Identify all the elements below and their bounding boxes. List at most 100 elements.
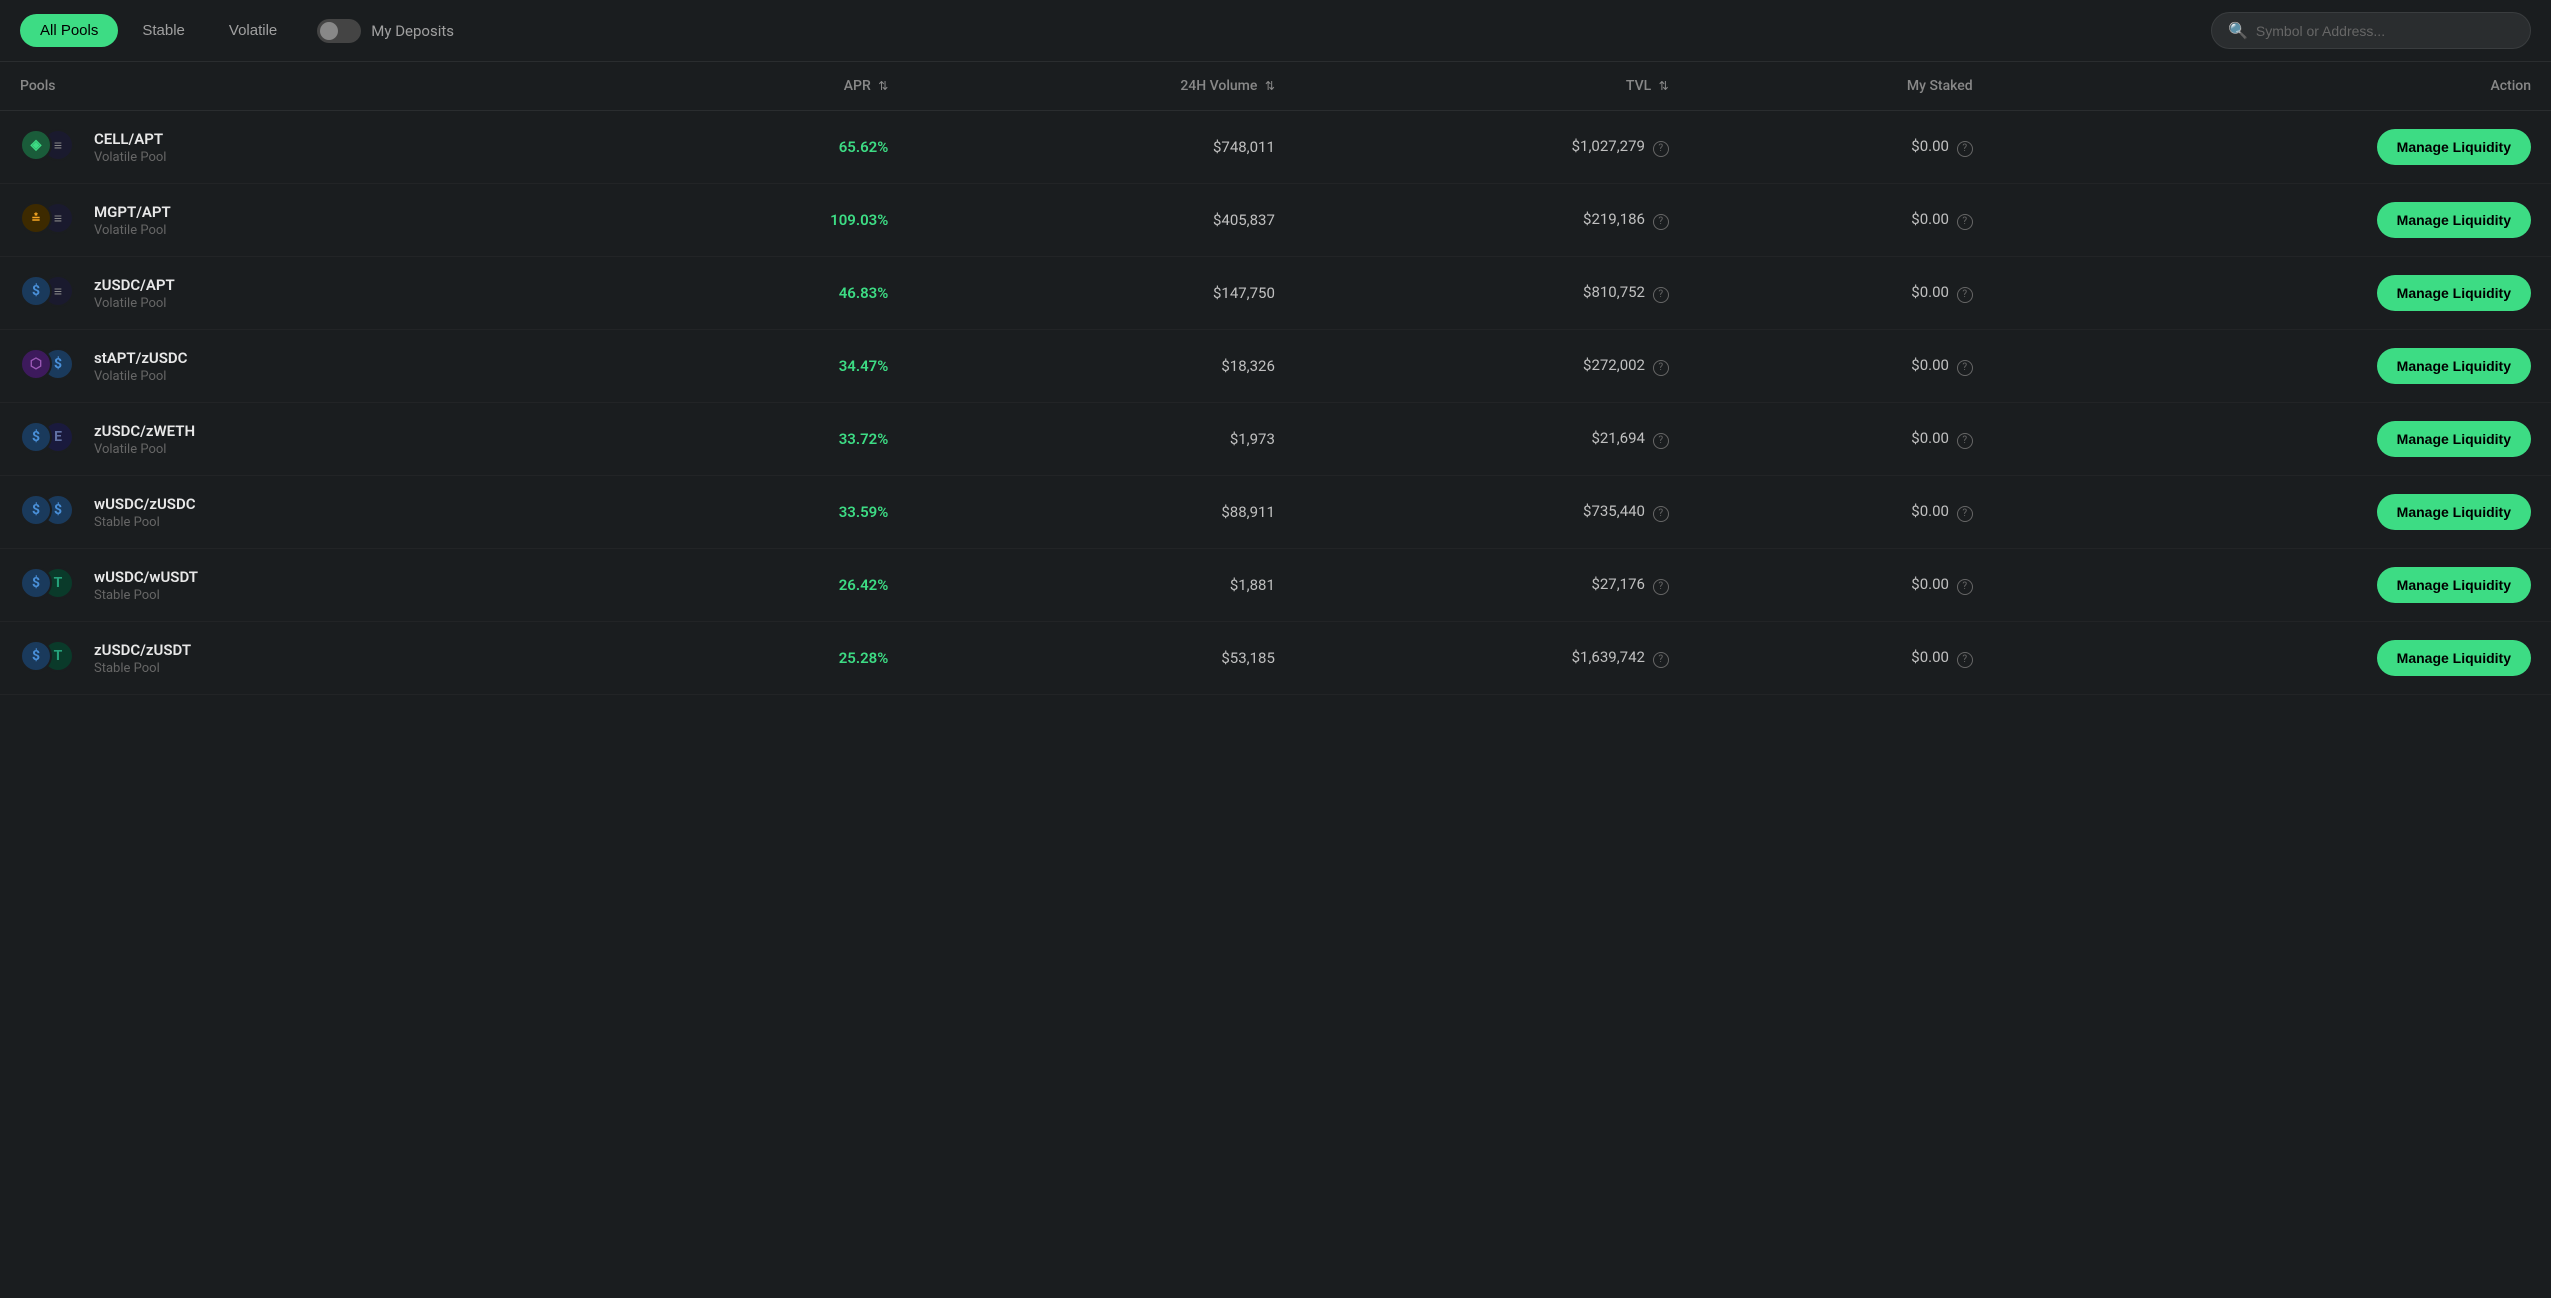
tvl-value: $272,002 ? <box>1295 330 1689 403</box>
tvl-value: $1,027,279 ? <box>1295 111 1689 184</box>
table-header: Pools APR ⇅ 24H Volume ⇅ TVL ⇅ My Staked… <box>0 62 2551 111</box>
pool-info: wUSDC/wUSDT Stable Pool <box>94 568 198 603</box>
table-row: ⬡ $ stAPT/zUSDC Volatile Pool 34.47% $18… <box>0 330 2551 403</box>
action-cell: Manage Liquidity <box>1993 622 2551 695</box>
pool-name: zUSDC/APT <box>94 276 175 294</box>
volume-value: $1,973 <box>908 403 1295 476</box>
pool-info: MGPT/APT Volatile Pool <box>94 203 171 238</box>
pool-info: zUSDC/zWETH Volatile Pool <box>94 422 195 457</box>
staked-info-icon[interactable]: ? <box>1957 579 1973 595</box>
pool-name: wUSDC/zUSDC <box>94 495 196 513</box>
apr-value: 34.47% <box>626 330 908 403</box>
my-deposits-toggle[interactable] <box>317 19 361 43</box>
pool-icon-primary: $ <box>20 421 52 453</box>
pool-icons-zusdc-apt: $ ≡ <box>20 275 80 311</box>
staked-info-icon[interactable]: ? <box>1957 652 1973 668</box>
volume-value: $748,011 <box>908 111 1295 184</box>
search-input[interactable] <box>2256 23 2514 39</box>
staked-info-icon[interactable]: ? <box>1957 287 1973 303</box>
table-row: ◈ ≡ CELL/APT Volatile Pool 65.62% $748,0… <box>0 111 2551 184</box>
manage-liquidity-button[interactable]: Manage Liquidity <box>2377 202 2531 238</box>
table-row: $ T wUSDC/wUSDT Stable Pool 26.42% $1,88… <box>0 549 2551 622</box>
staked-info-icon[interactable]: ? <box>1957 433 1973 449</box>
staked-value: $0.00 ? <box>1689 111 1993 184</box>
pool-name: CELL/APT <box>94 130 166 148</box>
volume-value: $1,881 <box>908 549 1295 622</box>
tab-volatile[interactable]: Volatile <box>209 14 297 47</box>
staked-value: $0.00 ? <box>1689 184 1993 257</box>
manage-liquidity-button[interactable]: Manage Liquidity <box>2377 567 2531 603</box>
apr-value: 65.62% <box>626 111 908 184</box>
pool-info: CELL/APT Volatile Pool <box>94 130 166 165</box>
volume-value: $88,911 <box>908 476 1295 549</box>
manage-liquidity-button[interactable]: Manage Liquidity <box>2377 348 2531 384</box>
pool-icon-primary: $ <box>20 275 52 307</box>
tvl-value: $735,440 ? <box>1295 476 1689 549</box>
pool-icons-stapt-zusdc: ⬡ $ <box>20 348 80 384</box>
pool-type: Stable Pool <box>94 588 198 603</box>
tvl-info-icon[interactable]: ? <box>1653 579 1669 595</box>
table-row: $ T zUSDC/zUSDT Stable Pool 25.28% $53,1… <box>0 622 2551 695</box>
manage-liquidity-button[interactable]: Manage Liquidity <box>2377 640 2531 676</box>
table-row: $ ≡ zUSDC/APT Volatile Pool 46.83% $147,… <box>0 257 2551 330</box>
action-cell: Manage Liquidity <box>1993 476 2551 549</box>
pool-type: Volatile Pool <box>94 296 175 311</box>
table-row: ⩮ ≡ MGPT/APT Volatile Pool 109.03% $405,… <box>0 184 2551 257</box>
manage-liquidity-button[interactable]: Manage Liquidity <box>2377 494 2531 530</box>
pool-info: zUSDC/zUSDT Stable Pool <box>94 641 191 676</box>
tvl-value: $1,639,742 ? <box>1295 622 1689 695</box>
tvl-info-icon[interactable]: ? <box>1653 506 1669 522</box>
pool-name: stAPT/zUSDC <box>94 349 188 367</box>
filter-tabs: All Pools Stable Volatile My Deposits <box>20 14 454 47</box>
manage-liquidity-button[interactable]: Manage Liquidity <box>2377 275 2531 311</box>
tvl-info-icon[interactable]: ? <box>1653 214 1669 230</box>
search-bar: 🔍 <box>2211 12 2531 49</box>
apr-value: 33.59% <box>626 476 908 549</box>
col-volume[interactable]: 24H Volume ⇅ <box>908 62 1295 111</box>
action-cell: Manage Liquidity <box>1993 257 2551 330</box>
pool-icon-primary: $ <box>20 567 52 599</box>
pool-type: Volatile Pool <box>94 223 171 238</box>
pool-cell-stapt-zusdc: ⬡ $ stAPT/zUSDC Volatile Pool <box>0 330 626 403</box>
tvl-value: $21,694 ? <box>1295 403 1689 476</box>
staked-value: $0.00 ? <box>1689 549 1993 622</box>
apr-sort-icon: ⇅ <box>878 79 888 93</box>
col-tvl[interactable]: TVL ⇅ <box>1295 62 1689 111</box>
staked-value: $0.00 ? <box>1689 257 1993 330</box>
tvl-info-icon[interactable]: ? <box>1653 141 1669 157</box>
apr-value: 109.03% <box>626 184 908 257</box>
staked-value: $0.00 ? <box>1689 403 1993 476</box>
staked-value: $0.00 ? <box>1689 330 1993 403</box>
pools-table-container: Pools APR ⇅ 24H Volume ⇅ TVL ⇅ My Staked… <box>0 62 2551 695</box>
apr-value: 26.42% <box>626 549 908 622</box>
col-staked: My Staked <box>1689 62 1993 111</box>
pool-icon-primary: ◈ <box>20 129 52 161</box>
action-cell: Manage Liquidity <box>1993 549 2551 622</box>
tvl-info-icon[interactable]: ? <box>1653 433 1669 449</box>
volume-value: $53,185 <box>908 622 1295 695</box>
staked-info-icon[interactable]: ? <box>1957 506 1973 522</box>
tab-all-pools[interactable]: All Pools <box>20 14 118 47</box>
staked-value: $0.00 ? <box>1689 622 1993 695</box>
pool-info: wUSDC/zUSDC Stable Pool <box>94 495 196 530</box>
pool-name: MGPT/APT <box>94 203 171 221</box>
tvl-info-icon[interactable]: ? <box>1653 360 1669 376</box>
pool-icon-primary: $ <box>20 640 52 672</box>
pool-cell-zusdc-apt: $ ≡ zUSDC/APT Volatile Pool <box>0 257 626 330</box>
staked-info-icon[interactable]: ? <box>1957 141 1973 157</box>
col-pools: Pools <box>0 62 626 111</box>
tvl-value: $27,176 ? <box>1295 549 1689 622</box>
staked-info-icon[interactable]: ? <box>1957 360 1973 376</box>
pools-table: Pools APR ⇅ 24H Volume ⇅ TVL ⇅ My Staked… <box>0 62 2551 695</box>
tvl-info-icon[interactable]: ? <box>1653 287 1669 303</box>
tvl-info-icon[interactable]: ? <box>1653 652 1669 668</box>
manage-liquidity-button[interactable]: Manage Liquidity <box>2377 129 2531 165</box>
pool-cell-zusdc-zusdt: $ T zUSDC/zUSDT Stable Pool <box>0 622 626 695</box>
tab-stable[interactable]: Stable <box>122 14 205 47</box>
col-apr[interactable]: APR ⇅ <box>626 62 908 111</box>
pool-type: Volatile Pool <box>94 442 195 457</box>
pool-cell-zusdc-zweth: $ E zUSDC/zWETH Volatile Pool <box>0 403 626 476</box>
manage-liquidity-button[interactable]: Manage Liquidity <box>2377 421 2531 457</box>
apr-value: 33.72% <box>626 403 908 476</box>
staked-info-icon[interactable]: ? <box>1957 214 1973 230</box>
